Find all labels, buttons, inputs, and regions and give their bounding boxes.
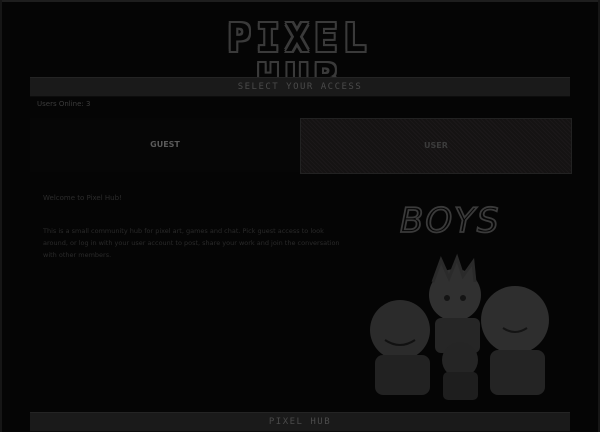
window-top-border [0, 0, 600, 2]
character-middle [429, 253, 481, 353]
site-logo[interactable]: PIXEL HUB [188, 18, 412, 98]
welcome-description: This is a small community hub for pixel … [43, 227, 340, 259]
character-right [481, 286, 549, 395]
users-online-status: Users Online: 3 [37, 100, 91, 108]
welcome-heading: Welcome to Pixel Hub! [43, 194, 122, 202]
footer-banner: PIXEL HUB [30, 412, 570, 432]
access-banner: SELECT YOUR ACCESS [30, 77, 570, 97]
artwork-caption: BOYS [400, 201, 500, 241]
user-login-button[interactable]: USER [300, 118, 572, 174]
window-left-border [0, 0, 2, 432]
boys-artwork: BOYS [370, 200, 549, 400]
character-left [370, 300, 430, 395]
guest-login-button[interactable]: GUEST [30, 118, 300, 172]
character-center-small [442, 342, 478, 400]
